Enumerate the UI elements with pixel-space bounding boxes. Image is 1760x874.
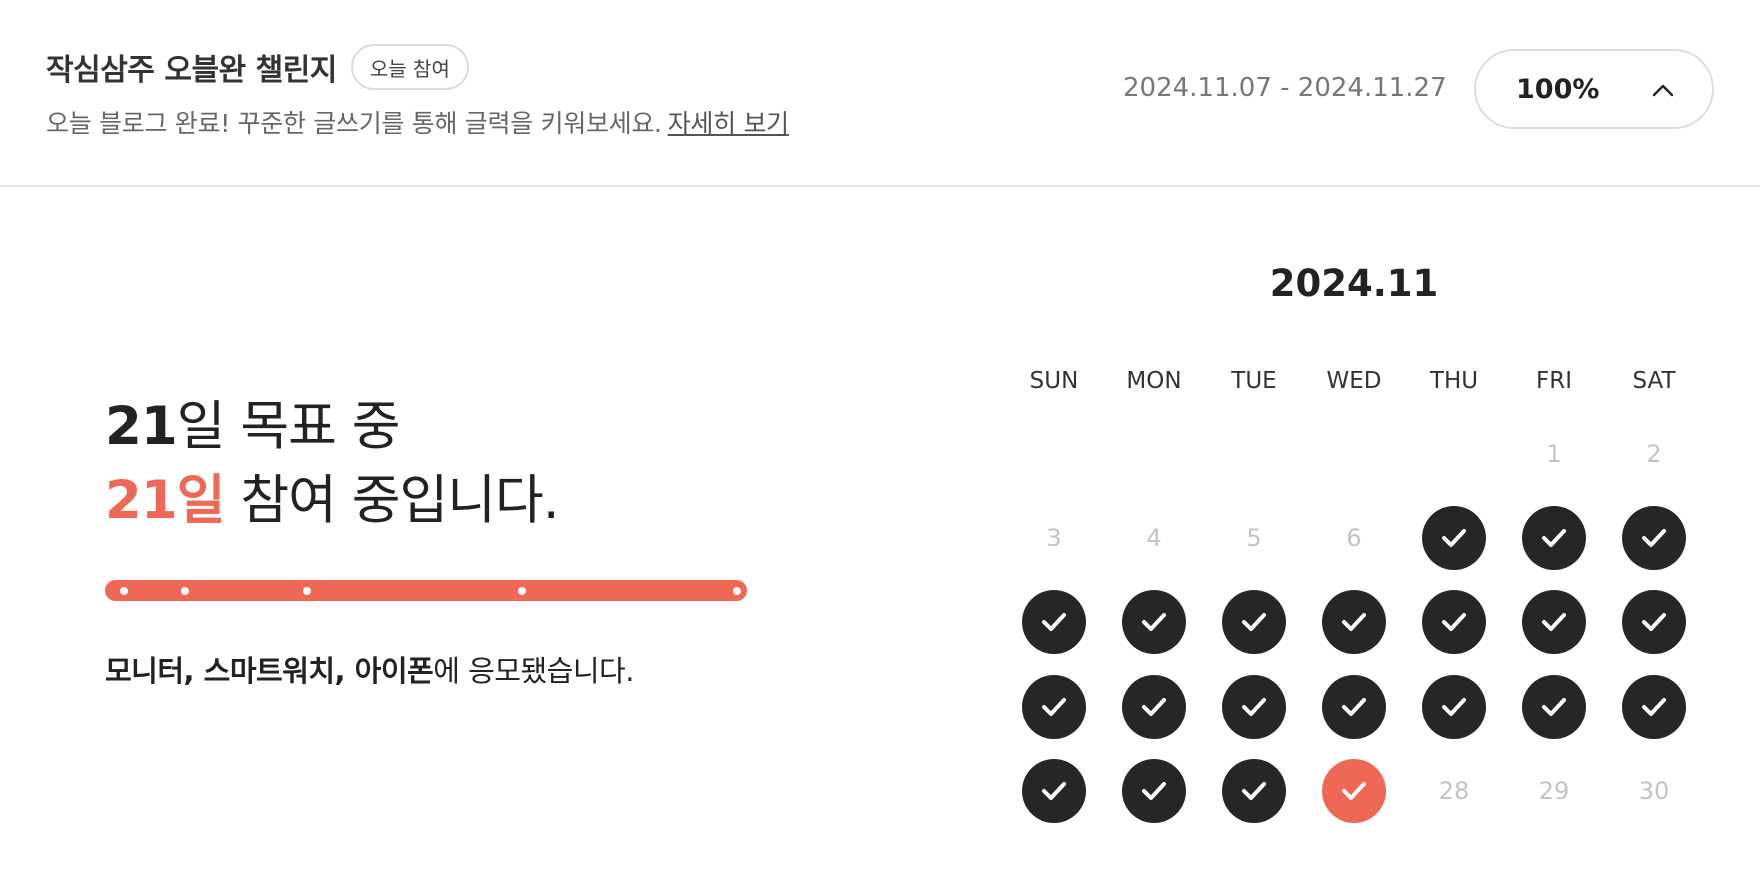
check-icon [1542, 613, 1566, 631]
title-row: 작심삼주 오블완 챌린지 오늘 참여 [46, 44, 469, 90]
calendar-day-12 [1222, 590, 1286, 654]
weekday-sun: SUN [1029, 368, 1079, 394]
check-icon [1342, 782, 1366, 800]
prize-items: 모니터, 스마트워치, 아이폰 [105, 654, 434, 688]
calendar-day-2: 2 [1646, 440, 1662, 468]
calendar-day-19 [1222, 675, 1286, 739]
check-icon [1242, 698, 1266, 716]
calendar-day-16 [1622, 590, 1686, 654]
participated-line: 21일 참여 중입니다. [105, 464, 560, 538]
calendar-day-24 [1022, 759, 1086, 823]
check-icon [1142, 782, 1166, 800]
check-icon [1542, 698, 1566, 716]
check-icon [1542, 529, 1566, 547]
prize-entry-text: 모니터, 스마트워치, 아이폰에 응모됐습니다. [105, 648, 634, 690]
calendar-day-10 [1022, 590, 1086, 654]
calendar-day-30: 30 [1638, 777, 1670, 805]
calendar-day-15 [1522, 590, 1586, 654]
check-icon [1342, 613, 1366, 631]
check-icon [1242, 613, 1266, 631]
calendar-day-5: 5 [1246, 524, 1262, 552]
calendar-day-8 [1522, 506, 1586, 570]
progress-milestone-dot [120, 587, 129, 595]
calendar-month: 2024.11 [1269, 262, 1439, 305]
prize-suffix: 에 응모됐습니다. [433, 654, 634, 688]
progress-milestone-dot [518, 587, 527, 595]
weekday-wed: WED [1326, 368, 1382, 394]
calendar-day-1: 1 [1546, 440, 1562, 468]
check-icon [1642, 529, 1666, 547]
weekday-sat: SAT [1632, 368, 1676, 394]
check-icon [1442, 613, 1466, 631]
check-icon [1242, 782, 1266, 800]
chevron-up-icon [1652, 84, 1674, 97]
participation-summary: 21일 목표 중 21일 참여 중입니다. [105, 390, 560, 538]
weekday-mon: MON [1126, 368, 1182, 394]
calendar-day-3: 3 [1046, 524, 1062, 552]
check-icon [1642, 698, 1666, 716]
check-icon [1042, 698, 1066, 716]
goal-suffix: 일 목표 중 [176, 396, 401, 457]
participated-suffix: 참여 중입니다. [224, 470, 559, 531]
subtitle-text: 오늘 블로그 완료! 꾸준한 글쓰기를 통해 글력을 키워보세요. [46, 109, 662, 138]
challenge-subtitle: 오늘 블로그 완료! 꾸준한 글쓰기를 통해 글력을 키워보세요. 자세히 보기 [46, 104, 789, 140]
check-icon [1042, 613, 1066, 631]
calendar-day-6: 6 [1346, 524, 1362, 552]
today-participation-badge: 오늘 참여 [350, 44, 469, 90]
calendar-day-20 [1322, 675, 1386, 739]
goal-line: 21일 목표 중 [105, 390, 559, 464]
progress-milestone-dot [181, 587, 190, 595]
calendar-day-9 [1622, 506, 1686, 570]
check-icon [1142, 698, 1166, 716]
calendar-day-21 [1422, 675, 1486, 739]
weekday-fri: FRI [1536, 368, 1572, 394]
calendar-day-18 [1122, 675, 1186, 739]
progress-percent-toggle[interactable]: 100% [1474, 49, 1714, 129]
weekday-thu: THU [1429, 368, 1479, 394]
check-icon [1042, 782, 1066, 800]
calendar-day-11 [1122, 590, 1186, 654]
calendar-day-13 [1322, 590, 1386, 654]
progress-milestone-dot [733, 587, 742, 595]
calendar-day-22 [1522, 675, 1586, 739]
progress-percent-value: 100% [1516, 73, 1600, 105]
check-icon [1642, 613, 1666, 631]
check-icon [1442, 698, 1466, 716]
calendar-day-23 [1622, 675, 1686, 739]
calendar-day-29: 29 [1538, 777, 1570, 805]
check-icon [1142, 613, 1166, 631]
participation-progress-bar [105, 580, 747, 601]
calendar-day-17 [1022, 675, 1086, 739]
progress-milestone-dot [303, 587, 312, 595]
calendar-day-14 [1422, 590, 1486, 654]
goal-days: 21 [105, 396, 178, 457]
calendar-day-7 [1422, 506, 1486, 570]
calendar-day-25 [1122, 759, 1186, 823]
check-icon [1442, 529, 1466, 547]
participated-days: 21일 [105, 470, 226, 531]
details-link[interactable]: 자세히 보기 [668, 109, 789, 138]
weekday-tue: TUE [1231, 368, 1277, 394]
challenge-title: 작심삼주 오블완 챌린지 [46, 53, 337, 88]
challenge-header: 작심삼주 오블완 챌린지 오늘 참여 오늘 블로그 완료! 꾸준한 글쓰기를 통… [0, 0, 1760, 187]
calendar-day-26 [1222, 759, 1286, 823]
calendar-day-28: 28 [1438, 777, 1470, 805]
check-icon [1342, 698, 1366, 716]
calendar-day-4: 4 [1146, 524, 1162, 552]
challenge-period: 2024.11.07 - 2024.11.27 [1123, 73, 1447, 103]
calendar-day-27 [1322, 759, 1386, 823]
